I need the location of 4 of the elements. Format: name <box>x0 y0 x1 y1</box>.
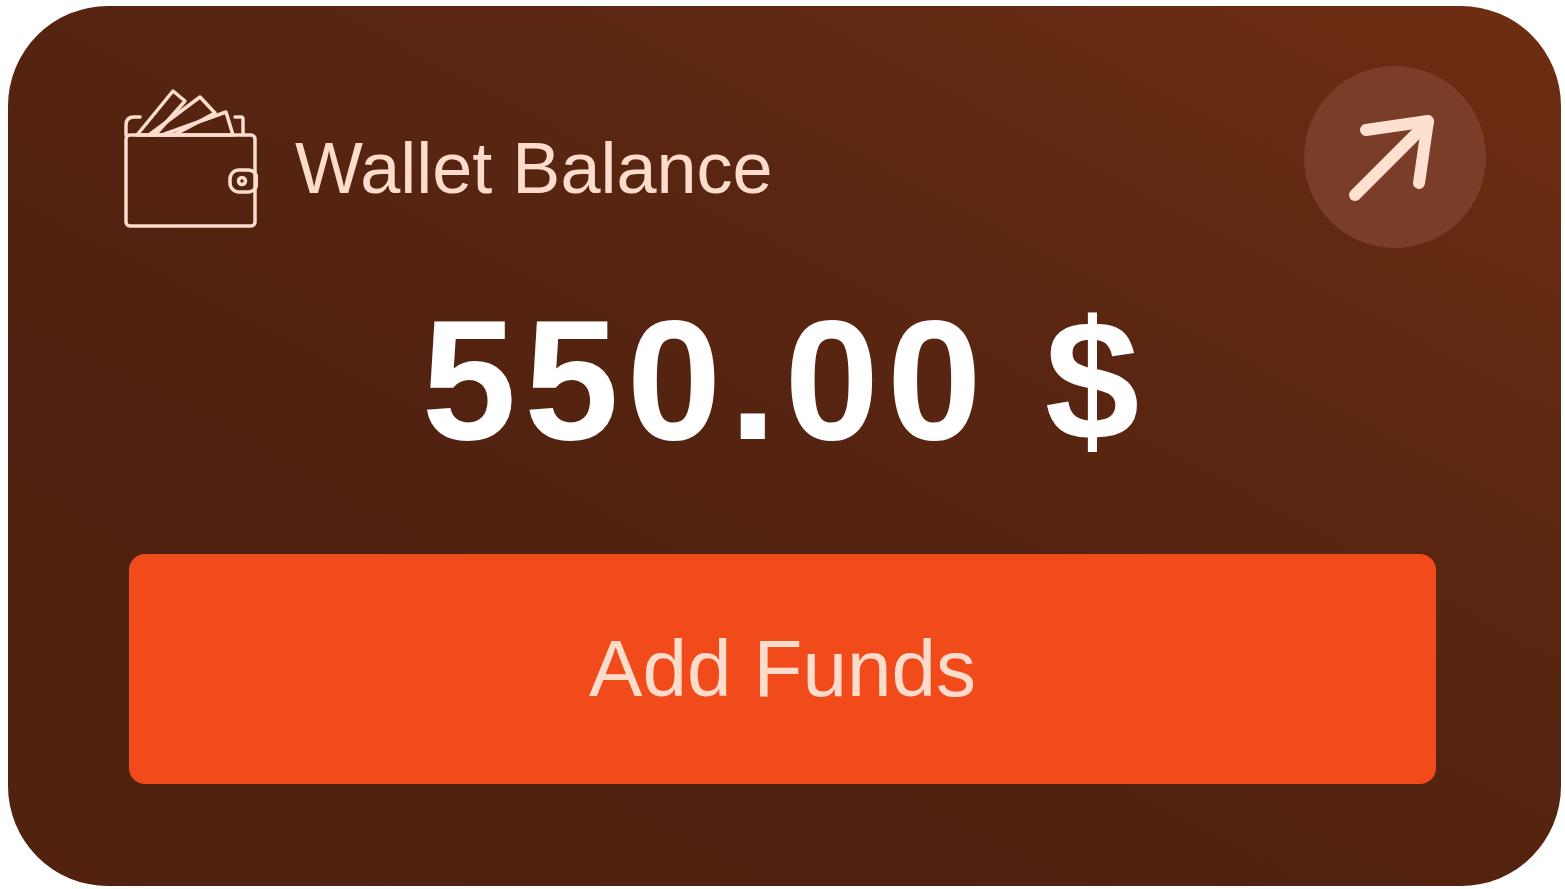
card-title: Wallet Balance <box>295 132 773 204</box>
wallet-icon <box>122 86 258 228</box>
add-funds-button[interactable]: Add Funds <box>129 554 1436 784</box>
balance-amount: 550.00 $ <box>421 295 1148 465</box>
